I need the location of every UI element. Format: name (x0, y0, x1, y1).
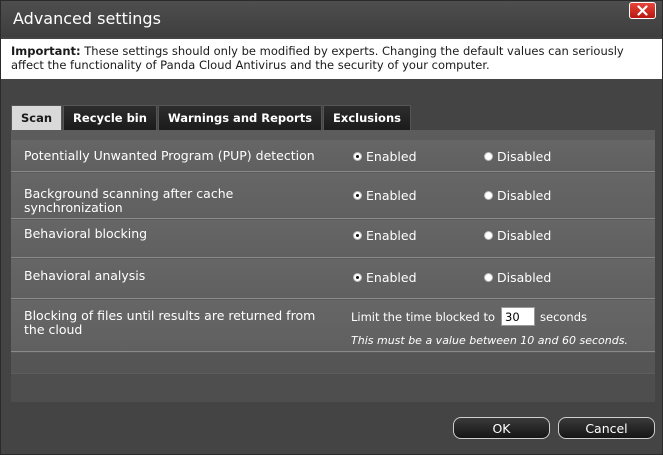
setting-row-blocking-files: Blocking of files until results are retu… (11, 300, 655, 352)
radio-unchecked-icon (484, 152, 493, 161)
radio-checked-icon (353, 152, 362, 161)
pup-enabled-radio[interactable]: Enabled (353, 149, 417, 164)
radio-label: Disabled (497, 188, 552, 203)
setting-label: Blocking of files until results are retu… (24, 308, 316, 337)
setting-row-pup: Potentially Unwanted Program (PUP) detec… (11, 140, 655, 172)
setting-label: Potentially Unwanted Program (PUP) detec… (24, 148, 315, 163)
limit-time-label: Limit the time blocked to (351, 310, 496, 324)
radio-unchecked-icon (484, 231, 493, 240)
ok-button[interactable]: OK (453, 417, 550, 439)
radio-label: Disabled (497, 270, 552, 285)
tab-exclusions[interactable]: Exclusions (323, 105, 411, 130)
advanced-settings-dialog: Advanced settings Important: These setti… (0, 0, 663, 455)
warning-line2: affect the functionality of Panda Cloud … (11, 58, 490, 72)
radio-label: Enabled (366, 270, 417, 285)
background-scanning-enabled-radio[interactable]: Enabled (353, 188, 417, 203)
background-scanning-disabled-radio[interactable]: Disabled (484, 188, 551, 203)
block-time-hint: This must be a value between 10 and 60 s… (351, 334, 628, 347)
tab-scan[interactable]: Scan (11, 105, 63, 130)
behavioral-blocking-enabled-radio[interactable]: Enabled (353, 228, 417, 243)
pup-disabled-radio[interactable]: Disabled (484, 149, 551, 164)
panel-spacer (11, 353, 655, 373)
tab-recycle-bin[interactable]: Recycle bin (63, 105, 157, 130)
radio-label: Enabled (366, 188, 417, 203)
title-bar[interactable]: Advanced settings (1, 1, 662, 37)
tab-warnings-and-reports[interactable]: Warnings and Reports (157, 105, 323, 130)
setting-label: Background scanning after cache synchron… (24, 186, 234, 215)
scan-settings-panel: Potentially Unwanted Program (PUP) detec… (11, 130, 655, 402)
radio-label: Disabled (497, 149, 552, 164)
setting-label: Behavioral blocking (24, 226, 148, 241)
radio-checked-icon (353, 273, 362, 282)
behavioral-analysis-enabled-radio[interactable]: Enabled (353, 270, 417, 285)
warning-line1: These settings should only be modified b… (80, 44, 624, 58)
radio-unchecked-icon (484, 273, 493, 282)
block-time-input[interactable] (501, 307, 535, 326)
setting-row-behavioral-analysis: Behavioral analysis Enabled Disabled (11, 259, 655, 299)
seconds-label: seconds (540, 310, 588, 324)
dialog-title: Advanced settings (13, 9, 161, 28)
radio-checked-icon (353, 191, 362, 200)
behavioral-blocking-disabled-radio[interactable]: Disabled (484, 228, 551, 243)
radio-checked-icon (353, 231, 362, 240)
setting-label: Behavioral analysis (24, 268, 146, 283)
panel-spacer (11, 374, 655, 402)
radio-label: Disabled (497, 228, 552, 243)
tab-bar: Scan Recycle bin Warnings and Reports Ex… (11, 105, 412, 130)
close-icon (637, 5, 648, 16)
behavioral-analysis-disabled-radio[interactable]: Disabled (484, 270, 551, 285)
warning-strong: Important: (11, 44, 81, 58)
setting-row-behavioral-blocking: Behavioral blocking Enabled Disabled (11, 220, 655, 258)
warning-message: Important: These settings should only be… (1, 39, 662, 79)
close-button[interactable] (629, 2, 656, 19)
cancel-button[interactable]: Cancel (558, 417, 655, 439)
setting-row-background-scanning: Background scanning after cache synchron… (11, 173, 655, 219)
radio-unchecked-icon (484, 191, 493, 200)
radio-label: Enabled (366, 149, 417, 164)
radio-label: Enabled (366, 228, 417, 243)
